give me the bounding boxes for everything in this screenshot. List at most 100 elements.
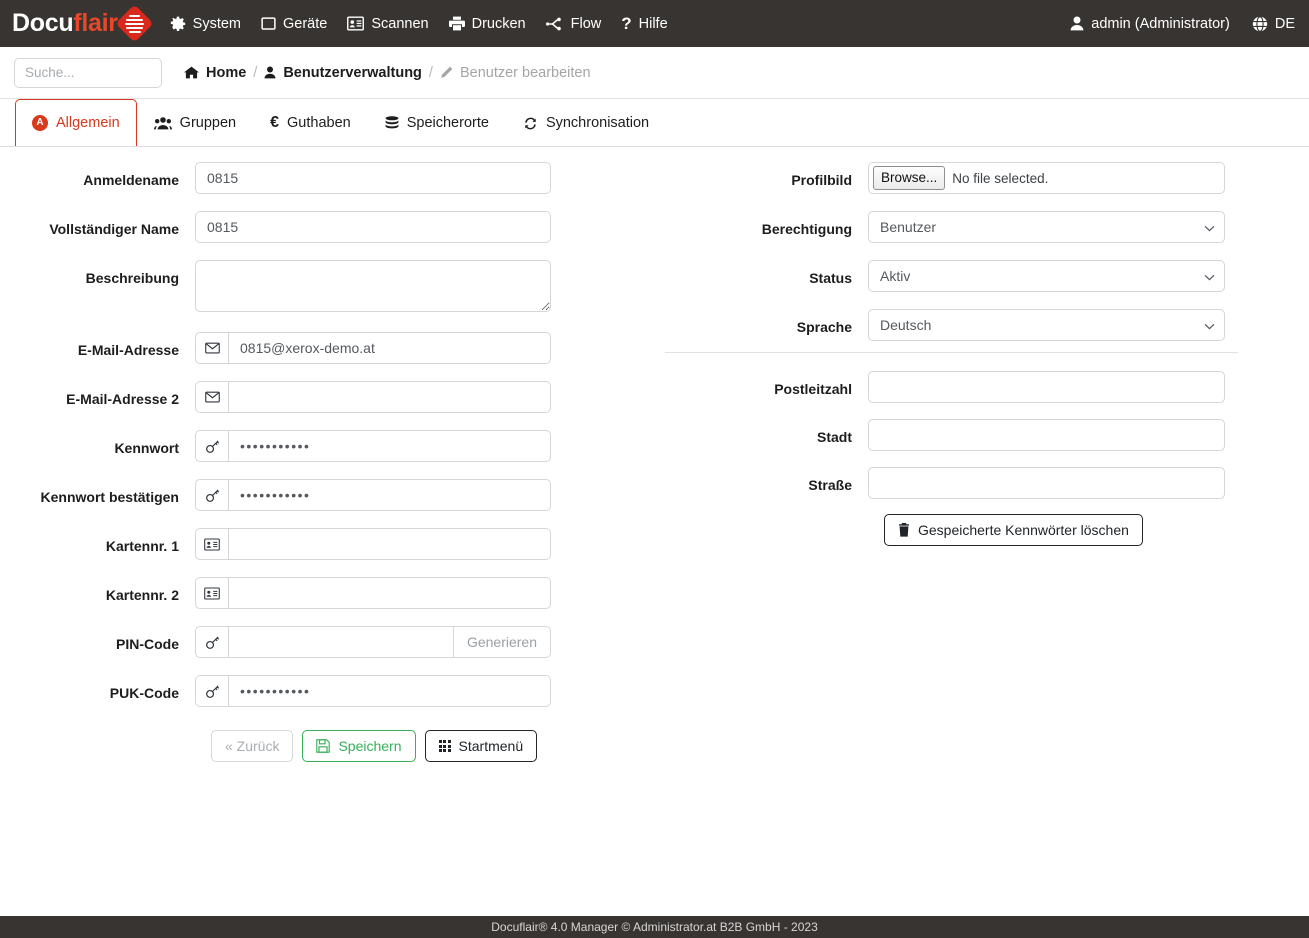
beschreibung-textarea[interactable] <box>195 260 551 312</box>
id-card-icon <box>195 577 228 609</box>
berechtigung-select[interactable]: Benutzer <box>868 211 1225 243</box>
label-vollstaendiger-name: Vollständiger Name <box>0 211 195 247</box>
tab-bar: A Allgemein Gruppen € Guthaben Speichero… <box>0 99 1309 148</box>
tab-gruppen[interactable]: Gruppen <box>137 99 253 147</box>
user-label: admin (Administrator) <box>1091 16 1230 32</box>
nav-item-scannen[interactable]: Scannen <box>347 16 428 32</box>
email1-input[interactable] <box>228 332 551 364</box>
tab-gruppen-label: Gruppen <box>180 115 236 131</box>
nav-item-system[interactable]: System <box>170 16 241 32</box>
globe-icon <box>1252 16 1268 32</box>
brand-logo[interactable]: Docuflair <box>12 9 148 38</box>
field-puk-code: PUK-Code <box>0 675 653 711</box>
key-icon <box>195 479 228 511</box>
tab-allgemein[interactable]: A Allgemein <box>15 99 137 147</box>
tab-speicherorte-label: Speicherorte <box>407 115 489 131</box>
startmenu-button-label: Startmenü <box>459 738 524 754</box>
flow-icon <box>546 17 564 31</box>
field-vollstaendiger-name: Vollständiger Name <box>0 211 653 247</box>
database-icon <box>385 116 399 131</box>
breadcrumb-benutzerverwaltung[interactable]: Benutzerverwaltung <box>264 65 422 81</box>
save-button[interactable]: Speichern <box>302 730 415 762</box>
kennwort-bestaetigen-input[interactable] <box>228 479 551 511</box>
label-stadt: Stadt <box>653 419 868 455</box>
user-edit-form: Anmeldename Vollständiger Name Beschreib… <box>0 148 1309 762</box>
nav-item-scannen-label: Scannen <box>371 16 428 32</box>
anmeldename-input[interactable] <box>195 162 551 194</box>
profilbild-file-input[interactable]: Browse... No file selected. <box>868 162 1225 194</box>
tab-allgemein-label: Allgemein <box>56 115 120 131</box>
page-footer: Docuflair® 4.0 Manager © Administrator.a… <box>0 916 1309 938</box>
nav-item-hilfe[interactable]: ? Hilfe <box>621 15 667 32</box>
kennwort-input[interactable] <box>228 430 551 462</box>
key-icon <box>195 430 228 462</box>
browse-button[interactable]: Browse... <box>873 166 945 190</box>
puk-code-input[interactable] <box>228 675 551 707</box>
field-beschreibung: Beschreibung <box>0 260 653 315</box>
users-icon <box>154 116 172 130</box>
tab-guthaben[interactable]: € Guthaben <box>253 99 368 147</box>
stadt-input[interactable] <box>868 419 1225 451</box>
search-breadcrumb-bar: Home / Benutzerverwaltung / Benutzer bea… <box>0 47 1309 99</box>
field-kennwort: Kennwort <box>0 430 653 466</box>
language-label: DE <box>1275 16 1295 32</box>
vollstaendiger-name-input[interactable] <box>195 211 551 243</box>
save-button-label: Speichern <box>338 738 401 754</box>
field-email2: E-Mail-Adresse 2 <box>0 381 653 417</box>
email2-input[interactable] <box>228 381 551 413</box>
nav-item-system-label: System <box>193 16 241 32</box>
navbar-right: admin (Administrator) DE <box>1070 16 1295 32</box>
status-select[interactable]: Aktiv <box>868 260 1225 292</box>
nav-item-drucken[interactable]: Drucken <box>449 16 526 32</box>
label-strasse: Straße <box>653 467 868 503</box>
kartennr1-input[interactable] <box>228 528 551 560</box>
label-puk-code: PUK-Code <box>0 675 195 711</box>
nav-item-drucken-label: Drucken <box>472 16 526 32</box>
brand-text-part2: flair <box>73 9 117 38</box>
label-anmeldename: Anmeldename <box>0 162 195 198</box>
label-kennwort-bestaetigen: Kennwort bestätigen <box>0 479 195 515</box>
generate-pin-button[interactable]: Generieren <box>454 626 551 658</box>
sprache-select[interactable]: Deutsch <box>868 309 1225 341</box>
field-strasse: Straße <box>653 467 1309 503</box>
tab-synchronisation-label: Synchronisation <box>546 115 649 131</box>
field-berechtigung: Berechtigung Benutzer <box>653 211 1309 247</box>
breadcrumb-section-label: Benutzerverwaltung <box>283 65 422 81</box>
tab-speicherorte[interactable]: Speicherorte <box>368 99 506 147</box>
delete-saved-passwords-button[interactable]: Gespeicherte Kennwörter löschen <box>884 514 1143 546</box>
strasse-input[interactable] <box>868 467 1225 499</box>
nav-item-flow[interactable]: Flow <box>546 16 602 32</box>
language-switcher[interactable]: DE <box>1252 16 1295 32</box>
field-kennwort-bestaetigen: Kennwort bestätigen <box>0 479 653 515</box>
field-kartennr1: Kartennr. 1 <box>0 528 653 564</box>
breadcrumb-current: Benutzer bearbeiten <box>440 65 591 81</box>
breadcrumb-current-label: Benutzer bearbeiten <box>460 65 591 81</box>
field-status: Status Aktiv <box>653 260 1309 296</box>
back-button[interactable]: « Zurück <box>211 730 293 762</box>
envelope-icon <box>195 381 228 413</box>
nav-item-geraete[interactable]: Geräte <box>261 16 327 32</box>
brand-text-part1: Docu <box>12 9 73 38</box>
field-sprache: Sprache Deutsch <box>653 309 1309 345</box>
search-input[interactable] <box>14 58 162 88</box>
label-kennwort: Kennwort <box>0 430 195 466</box>
postleitzahl-input[interactable] <box>868 371 1225 403</box>
label-sprache: Sprache <box>653 309 868 345</box>
breadcrumb-home[interactable]: Home <box>184 65 246 81</box>
breadcrumb-home-label: Home <box>206 65 246 81</box>
docuflair-diamond-icon <box>115 4 153 42</box>
field-anmeldename: Anmeldename <box>0 162 653 198</box>
label-kartennr1: Kartennr. 1 <box>0 528 195 564</box>
device-icon <box>261 16 276 31</box>
label-berechtigung: Berechtigung <box>653 211 868 247</box>
tab-synchronisation[interactable]: Synchronisation <box>506 99 666 147</box>
kartennr2-input[interactable] <box>228 577 551 609</box>
breadcrumb-separator-1: / <box>253 65 257 81</box>
section-divider <box>665 352 1238 353</box>
startmenu-button[interactable]: Startmenü <box>425 730 538 762</box>
pin-code-input[interactable] <box>228 626 454 658</box>
label-beschreibung: Beschreibung <box>0 260 195 296</box>
user-menu[interactable]: admin (Administrator) <box>1070 16 1230 32</box>
label-email2: E-Mail-Adresse 2 <box>0 381 195 417</box>
breadcrumb-separator-2: / <box>429 65 433 81</box>
